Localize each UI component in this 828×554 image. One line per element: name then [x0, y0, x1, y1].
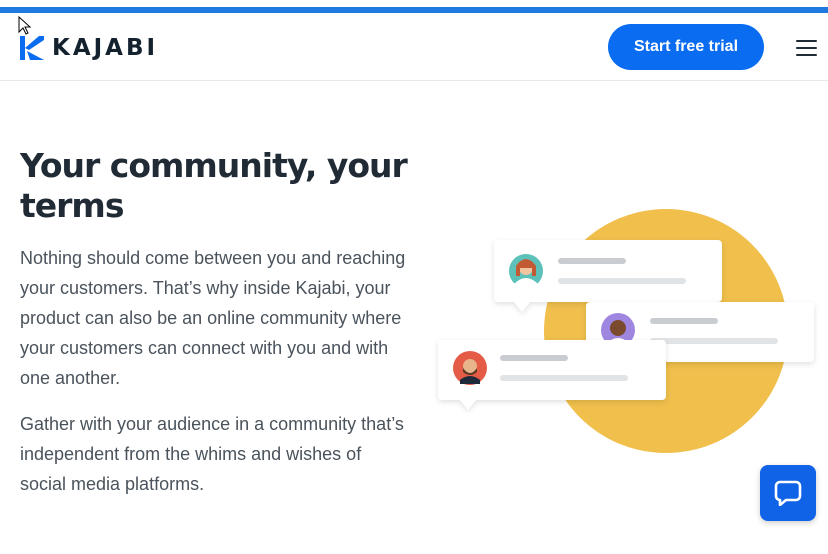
logo-text: KAJABI [52, 35, 159, 61]
avatar-bearded-man-icon [453, 351, 487, 385]
hamburger-menu-icon[interactable] [796, 39, 818, 57]
chat-bubble-icon [774, 480, 802, 506]
message-line [558, 278, 686, 284]
message-line [650, 318, 718, 324]
kajabi-logo[interactable]: KAJABI [20, 35, 158, 61]
mouse-cursor-icon [18, 16, 32, 35]
avatar-woman-icon [509, 254, 543, 288]
intro-paragraph: Nothing should come between you and reac… [20, 248, 406, 388]
kajabi-logo-icon [20, 36, 44, 60]
top-strip [0, 0, 828, 6]
message-line [500, 355, 568, 361]
site-header: KAJABI Start free trial [0, 13, 828, 81]
message-line [650, 338, 778, 344]
message-line [558, 258, 626, 264]
start-free-trial-button[interactable]: Start free trial [608, 24, 764, 70]
page-title: Your community, your terms [20, 146, 408, 225]
chat-widget-button[interactable] [760, 465, 816, 521]
community-illustration [438, 209, 814, 453]
message-line [500, 375, 628, 381]
secondary-paragraph: Gather with your audience in a community… [20, 414, 404, 494]
